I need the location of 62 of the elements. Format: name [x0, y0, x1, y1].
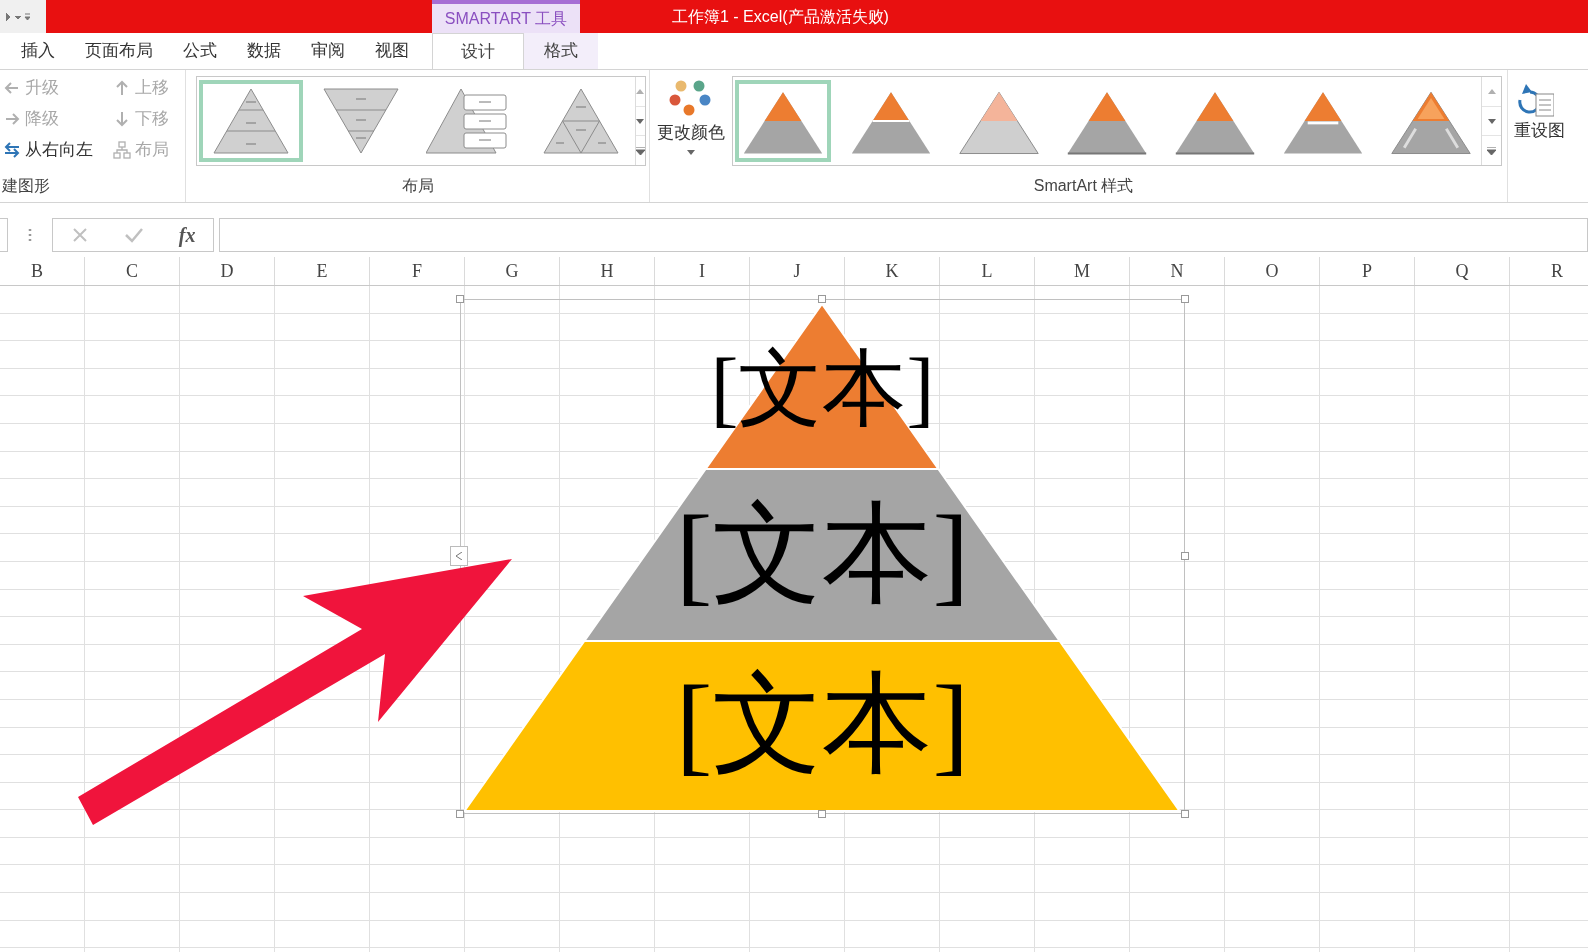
- change-colors-button[interactable]: 更改颜色: [650, 70, 732, 155]
- layout-option[interactable]: [198, 80, 303, 162]
- group-label: SmartArt 样式: [1033, 176, 1134, 196]
- resize-handle[interactable]: [818, 810, 826, 818]
- column-header[interactable]: C: [85, 257, 180, 285]
- style-option[interactable]: [735, 80, 831, 162]
- ribbon-tab[interactable]: 公式: [168, 33, 232, 69]
- column-header[interactable]: O: [1225, 257, 1320, 285]
- column-header[interactable]: Q: [1415, 257, 1510, 285]
- ribbon-tab[interactable]: 插入: [6, 33, 70, 69]
- column-header[interactable]: P: [1320, 257, 1415, 285]
- pyramid-level-text[interactable]: [文本]: [675, 499, 970, 609]
- column-header[interactable]: I: [655, 257, 750, 285]
- insert-function-button[interactable]: fx: [178, 219, 196, 250]
- column-header[interactable]: D: [180, 257, 275, 285]
- resize-handle[interactable]: [1181, 810, 1189, 818]
- column-header[interactable]: N: [1130, 257, 1225, 285]
- down-caret-icon: [636, 118, 644, 124]
- up-caret-icon: [1487, 88, 1496, 94]
- resize-handle[interactable]: [818, 295, 826, 303]
- column-header[interactable]: H: [560, 257, 655, 285]
- window-title: 工作簿1 - Excel(产品激活失败): [672, 6, 889, 27]
- resize-handle[interactable]: [456, 295, 464, 303]
- hierarchy-icon: [113, 141, 131, 159]
- column-header[interactable]: E: [275, 257, 370, 285]
- pyramid-level-text[interactable]: [文本]: [675, 669, 970, 779]
- quick-access-icon[interactable]: [4, 10, 30, 23]
- down-arrow-icon: [113, 110, 131, 128]
- column-header[interactable]: J: [750, 257, 845, 285]
- more-options-icon[interactable]: [28, 227, 32, 242]
- column-header[interactable]: F: [370, 257, 465, 285]
- ribbon-tab[interactable]: 审阅: [296, 33, 360, 69]
- pyramid-layer[interactable]: [464, 640, 1181, 812]
- down-caret-icon: [1487, 118, 1496, 124]
- column-header[interactable]: L: [940, 257, 1035, 285]
- up-caret-icon: [636, 88, 644, 94]
- ribbon-tab[interactable]: 格式: [524, 33, 598, 69]
- ribbon-button[interactable]: 从右向左: [3, 138, 103, 162]
- reset-graphic-button[interactable]: 重设图: [1508, 70, 1565, 202]
- column-header[interactable]: R: [1510, 257, 1588, 285]
- contextual-tab-label: SMARTART 工具: [444, 8, 568, 29]
- expand-icon: [635, 146, 645, 155]
- dropdown-caret-icon: [687, 149, 695, 155]
- resize-handle[interactable]: [1181, 295, 1189, 303]
- expand-icon: [1487, 146, 1496, 155]
- ribbon-tab[interactable]: 数据: [232, 33, 296, 69]
- resize-handle[interactable]: [456, 810, 464, 818]
- swap-arrows-icon: [3, 141, 21, 159]
- resize-handle[interactable]: [1181, 552, 1189, 560]
- group-label: 布局: [401, 176, 434, 196]
- column-header[interactable]: G: [465, 257, 560, 285]
- selection-frame[interactable]: [460, 299, 1185, 814]
- column-header[interactable]: K: [845, 257, 940, 285]
- column-header[interactable]: B: [0, 257, 85, 285]
- ribbon-tab[interactable]: 设计: [432, 33, 524, 69]
- column-header[interactable]: M: [1035, 257, 1130, 285]
- text-pane-toggle[interactable]: [450, 546, 468, 566]
- cancel-icon[interactable]: [70, 225, 89, 244]
- left-caret-icon: [456, 552, 462, 560]
- ribbon-tab[interactable]: 视图: [360, 33, 424, 69]
- group-label: 建图形: [2, 176, 50, 196]
- ribbon-tab[interactable]: 页面布局: [70, 33, 168, 69]
